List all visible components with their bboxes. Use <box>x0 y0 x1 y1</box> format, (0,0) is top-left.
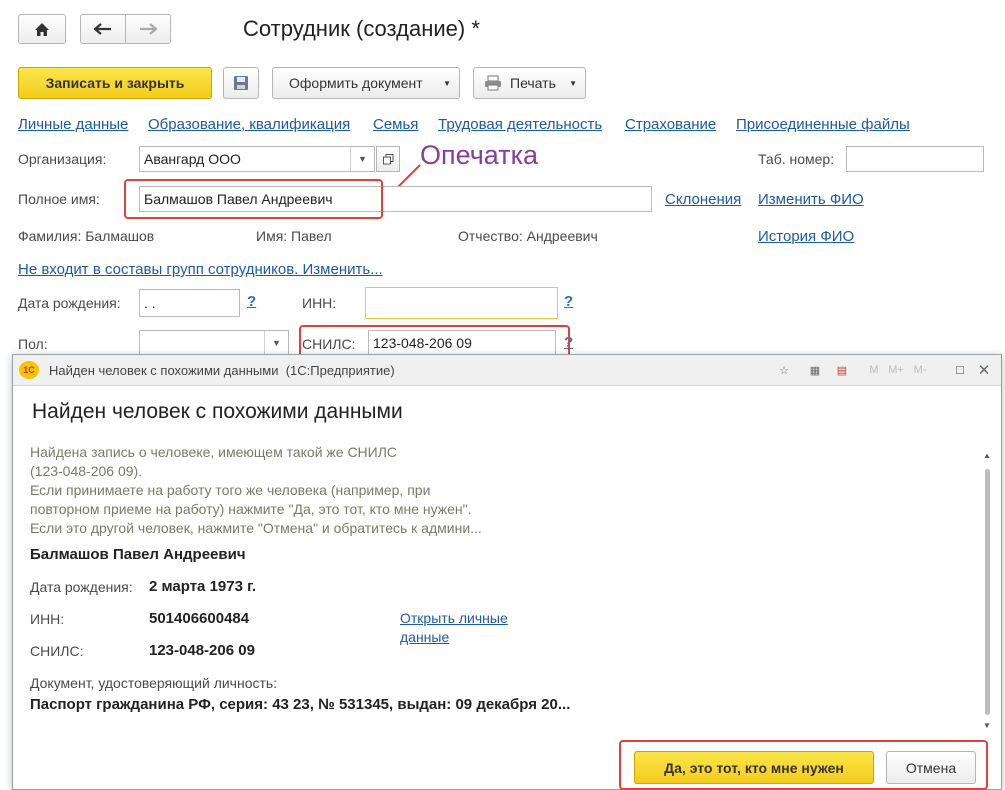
dialog-message-line-1: Найдена запись о человеке, имеющем такой… <box>30 444 398 460</box>
dialog-titlebar: 1С Найден человек с похожими данными (1С… <box>13 355 1001 386</box>
person-name: Балмашов Павел Андреевич <box>30 546 246 563</box>
open-personal-data-link-2[interactable]: данные <box>400 629 449 645</box>
dialog-birth-label: Дата рождения: <box>30 579 133 595</box>
memory-plus-icon[interactable]: M+ <box>887 361 905 379</box>
birth-date-help-icon[interactable]: ? <box>247 293 256 310</box>
dialog-message-line-4: повторном приеме на работу) нажмите "Да,… <box>30 501 472 517</box>
dialog-message-line-3: Если принимаете на работу того же челове… <box>30 482 431 498</box>
dialog-message-line-5: Если это другой человек, нажмите "Отмена… <box>30 520 482 536</box>
1c-logo-icon: 1С <box>19 361 39 379</box>
inn-field[interactable] <box>365 287 558 319</box>
dialog-heading: Найден человек с похожими данными <box>32 400 403 423</box>
maximize-icon[interactable]: ☐ <box>951 361 969 379</box>
birth-date-field[interactable]: . . <box>139 289 240 317</box>
dialog-doc-value: Паспорт гражданина РФ, серия: 43 23, № 5… <box>30 696 571 713</box>
dialog-window-title: Найден человек с похожими данными (1С:Пр… <box>49 363 395 378</box>
calculator-icon[interactable]: ▦ <box>806 361 824 379</box>
history-fio-link[interactable]: История ФИО <box>758 228 854 245</box>
fullname-label: Полное имя: <box>18 191 100 207</box>
dialog-snils-value: 123-048-206 09 <box>149 642 255 659</box>
dialog-doc-label: Документ, удостоверяющий личность: <box>30 675 278 691</box>
favorite-star-icon[interactable]: ☆ <box>775 361 793 379</box>
surname-text: Фамилия: Балмашов <box>18 228 155 244</box>
chevron-down-icon[interactable]: ▼ <box>264 331 288 355</box>
open-personal-data-link-1[interactable]: Открыть личные <box>400 610 508 626</box>
inn-label: ИНН: <box>302 295 337 311</box>
dialog-inn-value: 501406600484 <box>149 610 250 627</box>
similar-person-dialog: 1С Найден человек с похожими данными (1С… <box>12 354 1002 790</box>
dialog-snils-label: СНИЛС: <box>30 643 84 659</box>
name-text: Имя: Павел <box>256 228 332 244</box>
close-icon[interactable]: ✕ <box>975 361 993 379</box>
gender-label: Пол: <box>18 336 48 352</box>
dialog-message-line-2: (123-048-206 09). <box>30 463 143 479</box>
birth-date-label: Дата рождения: <box>18 295 121 311</box>
scroll-up-icon[interactable]: ▲ <box>983 451 991 460</box>
patronymic-text: Отчество: Андреевич <box>458 228 598 244</box>
change-fio-link[interactable]: Изменить ФИО <box>758 191 864 208</box>
scroll-down-icon[interactable]: ▼ <box>983 721 991 730</box>
employee-groups-link[interactable]: Не входит в составы групп сотрудников. И… <box>18 261 383 278</box>
memory-minus-icon[interactable]: M- <box>911 361 929 379</box>
buttons-highlight-box <box>619 740 988 790</box>
dialog-inn-label: ИНН: <box>30 611 65 627</box>
dialog-scrollbar[interactable]: ▲ ▼ <box>981 451 993 733</box>
memory-m-icon[interactable]: M <box>865 361 883 379</box>
scroll-thumb[interactable] <box>985 469 990 715</box>
declensions-link[interactable]: Склонения <box>665 191 741 208</box>
birth-date-value: . . <box>144 295 156 311</box>
calendar-icon[interactable]: ▤ <box>833 361 851 379</box>
inn-help-icon[interactable]: ? <box>564 293 573 310</box>
gender-field[interactable]: ▼ <box>139 330 289 356</box>
typo-highlight-box <box>124 179 383 219</box>
dialog-birth-value: 2 марта 1973 г. <box>149 578 257 595</box>
